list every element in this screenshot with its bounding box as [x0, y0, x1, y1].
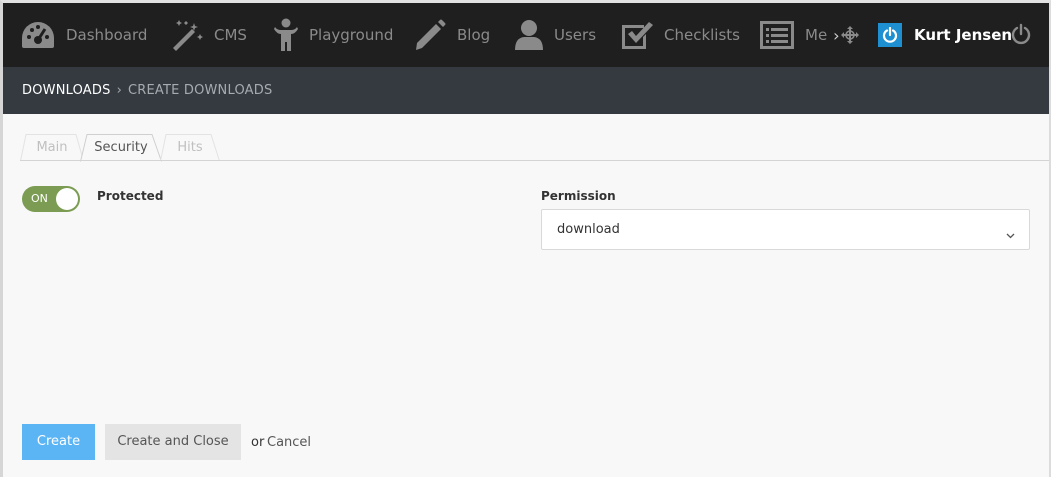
nav-item-checklists[interactable]: Checklists [620, 3, 740, 67]
protected-label: Protected [97, 189, 164, 203]
nav-item-dashboard[interactable]: Dashboard [20, 3, 147, 67]
permission-selected-value: download [557, 222, 620, 237]
tab-divider [20, 160, 1049, 161]
move-icon [841, 26, 859, 44]
app-window: Dashboard CMS Playground Blog Users Chec… [0, 0, 1051, 477]
speedometer-icon [20, 20, 56, 50]
cancel-link[interactable]: Cancel [267, 435, 311, 450]
nav-item-menu-overflow[interactable]: Me › [759, 3, 840, 67]
nav-label: Blog [457, 26, 491, 44]
create-button[interactable]: Create [22, 424, 95, 460]
tab-security[interactable]: Security [80, 134, 162, 162]
pencil-icon [413, 18, 447, 52]
breadcrumb-current: CREATE DOWNLOADS [127, 83, 273, 98]
user-name: Kurt Jensen [914, 26, 1013, 44]
tab-main[interactable]: Main [20, 134, 84, 161]
nav-label: Me [805, 26, 828, 44]
tab-label: Hits [177, 140, 203, 155]
tab-label: Main [36, 140, 68, 155]
toggle-state-text: ON [31, 192, 48, 205]
nav-label: Users [554, 26, 597, 44]
breadcrumb-separator: › [116, 83, 122, 98]
nav-label: Playground [309, 26, 394, 44]
child-figure-icon [273, 18, 299, 52]
nav-label: Checklists [664, 26, 740, 44]
create-and-close-button[interactable]: Create and Close [105, 424, 241, 460]
nav-label: CMS [214, 26, 247, 44]
breadcrumb-downloads-link[interactable]: DOWNLOADS [22, 83, 111, 98]
tab-label: Security [94, 140, 148, 155]
list-icon [759, 20, 795, 50]
or-text: or [251, 435, 265, 450]
tab-hits[interactable]: Hits [160, 134, 220, 161]
chevron-down-icon [1006, 226, 1015, 244]
toggle-knob [56, 188, 78, 210]
protected-toggle[interactable]: ON [22, 186, 80, 212]
user-icon [514, 19, 544, 51]
user-menu[interactable]: Kurt Jensen [878, 3, 1012, 67]
nav-item-blog[interactable]: Blog [413, 3, 490, 67]
nav-item-cms[interactable]: CMS [170, 3, 247, 67]
nav-label: Dashboard [66, 26, 148, 44]
nav-item-move[interactable] [841, 3, 859, 67]
nav-item-users[interactable]: Users [514, 3, 596, 67]
breadcrumb: DOWNLOADS › CREATE DOWNLOADS [3, 67, 1049, 114]
logout-power-icon[interactable] [1011, 23, 1031, 50]
user-avatar-power-icon [878, 23, 902, 47]
checkbox-icon [620, 19, 654, 51]
permission-select[interactable]: download [541, 209, 1030, 250]
nav-item-playground[interactable]: Playground [273, 3, 393, 67]
permission-label: Permission [541, 189, 616, 203]
magic-wand-icon [170, 19, 204, 51]
chevron-right-icon[interactable]: › [833, 26, 839, 45]
top-navigation: Dashboard CMS Playground Blog Users Chec… [3, 3, 1049, 67]
